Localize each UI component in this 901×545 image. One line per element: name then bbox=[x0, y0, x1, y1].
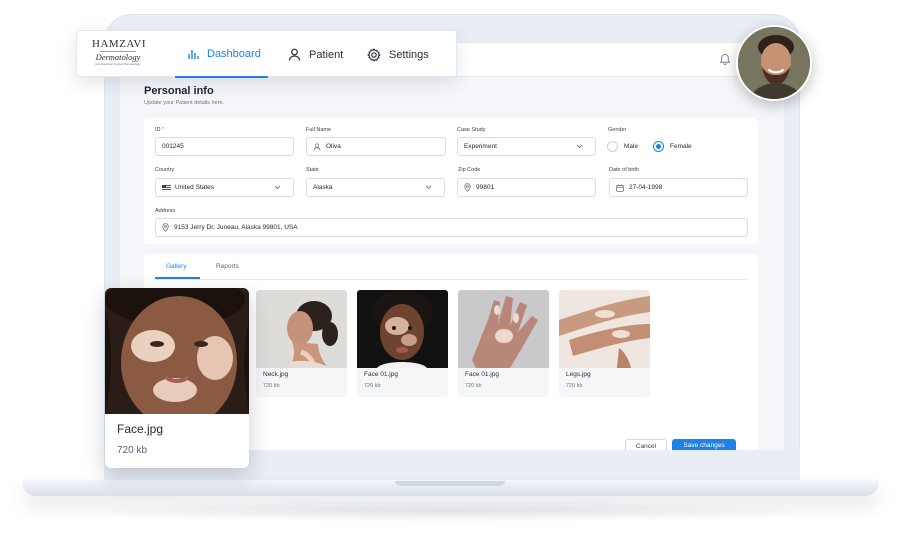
radio-icon bbox=[607, 141, 618, 152]
personal-info-title: Personal info bbox=[144, 85, 214, 97]
gallery-item[interactable]: Face 01.jpg 720 kb bbox=[357, 290, 448, 397]
gallery-item-name: Face 01.jpg bbox=[364, 371, 398, 378]
gallery-item-name: Neck.jpg bbox=[263, 371, 289, 378]
gender-female-radio[interactable]: Female bbox=[653, 141, 692, 152]
hand-photo bbox=[458, 290, 549, 368]
state-select[interactable]: Alaska bbox=[306, 178, 445, 197]
tab-reports[interactable]: Reports bbox=[216, 263, 239, 270]
top-navigation: HAMZAVI Dermatology Iam Hamzavi Center D… bbox=[76, 30, 457, 78]
zip-field[interactable]: 99801 bbox=[457, 178, 596, 197]
case-study-select[interactable]: Experiment bbox=[457, 137, 596, 156]
tabs-divider bbox=[155, 279, 747, 280]
address-field[interactable]: 9153 Jerry Dr, Juneau, Alaska 99801, USA bbox=[155, 218, 748, 237]
country-label: Country bbox=[155, 167, 175, 173]
chevron-down-icon bbox=[576, 144, 583, 149]
calendar-icon bbox=[616, 183, 624, 192]
gender-label: Gender bbox=[608, 127, 627, 133]
tab-gallery[interactable]: Gallery bbox=[166, 263, 187, 270]
laptop-shadow bbox=[60, 500, 840, 522]
avatar[interactable] bbox=[736, 25, 812, 101]
address-label: Address bbox=[155, 208, 176, 214]
us-flag-icon bbox=[162, 184, 171, 191]
full-name-label: Full Name bbox=[306, 127, 332, 133]
neck-photo bbox=[256, 290, 347, 368]
gender-male-radio[interactable]: Male bbox=[607, 141, 638, 152]
gallery-item-size: 720 kb bbox=[263, 383, 280, 389]
personal-info-subtitle: Update your Patient details here. bbox=[144, 100, 225, 106]
face-photo bbox=[357, 290, 448, 368]
gallery-item-name: Legs.jpg bbox=[566, 371, 591, 378]
featured-image-card[interactable]: Face.jpg 720 kb bbox=[105, 288, 249, 468]
chevron-down-icon bbox=[274, 185, 281, 190]
chevron-down-icon bbox=[425, 185, 432, 190]
nav-patient[interactable]: Patient bbox=[286, 31, 343, 78]
dob-label: Date of birth bbox=[609, 167, 639, 173]
active-tab-indicator bbox=[155, 277, 200, 279]
gallery-item-size: 720 kb bbox=[364, 383, 381, 389]
gallery-item[interactable]: Legs.jpg 720 kb bbox=[559, 290, 650, 397]
full-name-field[interactable]: Oliva bbox=[306, 137, 446, 156]
nav-settings[interactable]: Settings bbox=[367, 31, 429, 78]
gallery-item[interactable]: Face 01.jpg 720 kb bbox=[458, 290, 549, 397]
case-study-label: Case Study bbox=[457, 127, 486, 133]
gallery-item-size: 720 kb bbox=[465, 383, 482, 389]
state-label: State bbox=[306, 167, 319, 173]
location-pin-icon bbox=[464, 183, 471, 192]
legs-photo bbox=[559, 290, 650, 368]
brand-logo[interactable]: HAMZAVI Dermatology Iam Hamzavi Center D… bbox=[92, 39, 146, 69]
dob-field[interactable]: 27-04-1998 bbox=[609, 178, 748, 197]
gear-icon bbox=[367, 47, 381, 62]
gallery-item[interactable]: Neck.jpg 720 kb bbox=[256, 290, 347, 397]
bar-chart-icon bbox=[188, 49, 199, 59]
id-field[interactable]: 001245 bbox=[155, 137, 294, 156]
bell-icon[interactable] bbox=[719, 53, 731, 66]
user-icon bbox=[313, 142, 321, 151]
gallery-item-name: Face 01.jpg bbox=[465, 371, 499, 378]
radio-selected-icon bbox=[653, 141, 664, 152]
stage: Personal info Update your Patient detail… bbox=[0, 0, 901, 545]
gallery-item-size: 720 kb bbox=[566, 383, 583, 389]
user-icon bbox=[288, 48, 301, 61]
nav-dashboard[interactable]: Dashboard bbox=[175, 31, 268, 78]
featured-image-name: Face.jpg bbox=[117, 422, 164, 436]
location-pin-icon bbox=[162, 223, 169, 232]
zip-label: Zip Code bbox=[458, 167, 481, 173]
laptop-notch bbox=[395, 481, 505, 486]
featured-face-photo bbox=[105, 288, 249, 414]
featured-image-size: 720 kb bbox=[117, 445, 148, 456]
id-label: ID * bbox=[155, 127, 165, 133]
country-select[interactable]: United States bbox=[155, 178, 294, 197]
